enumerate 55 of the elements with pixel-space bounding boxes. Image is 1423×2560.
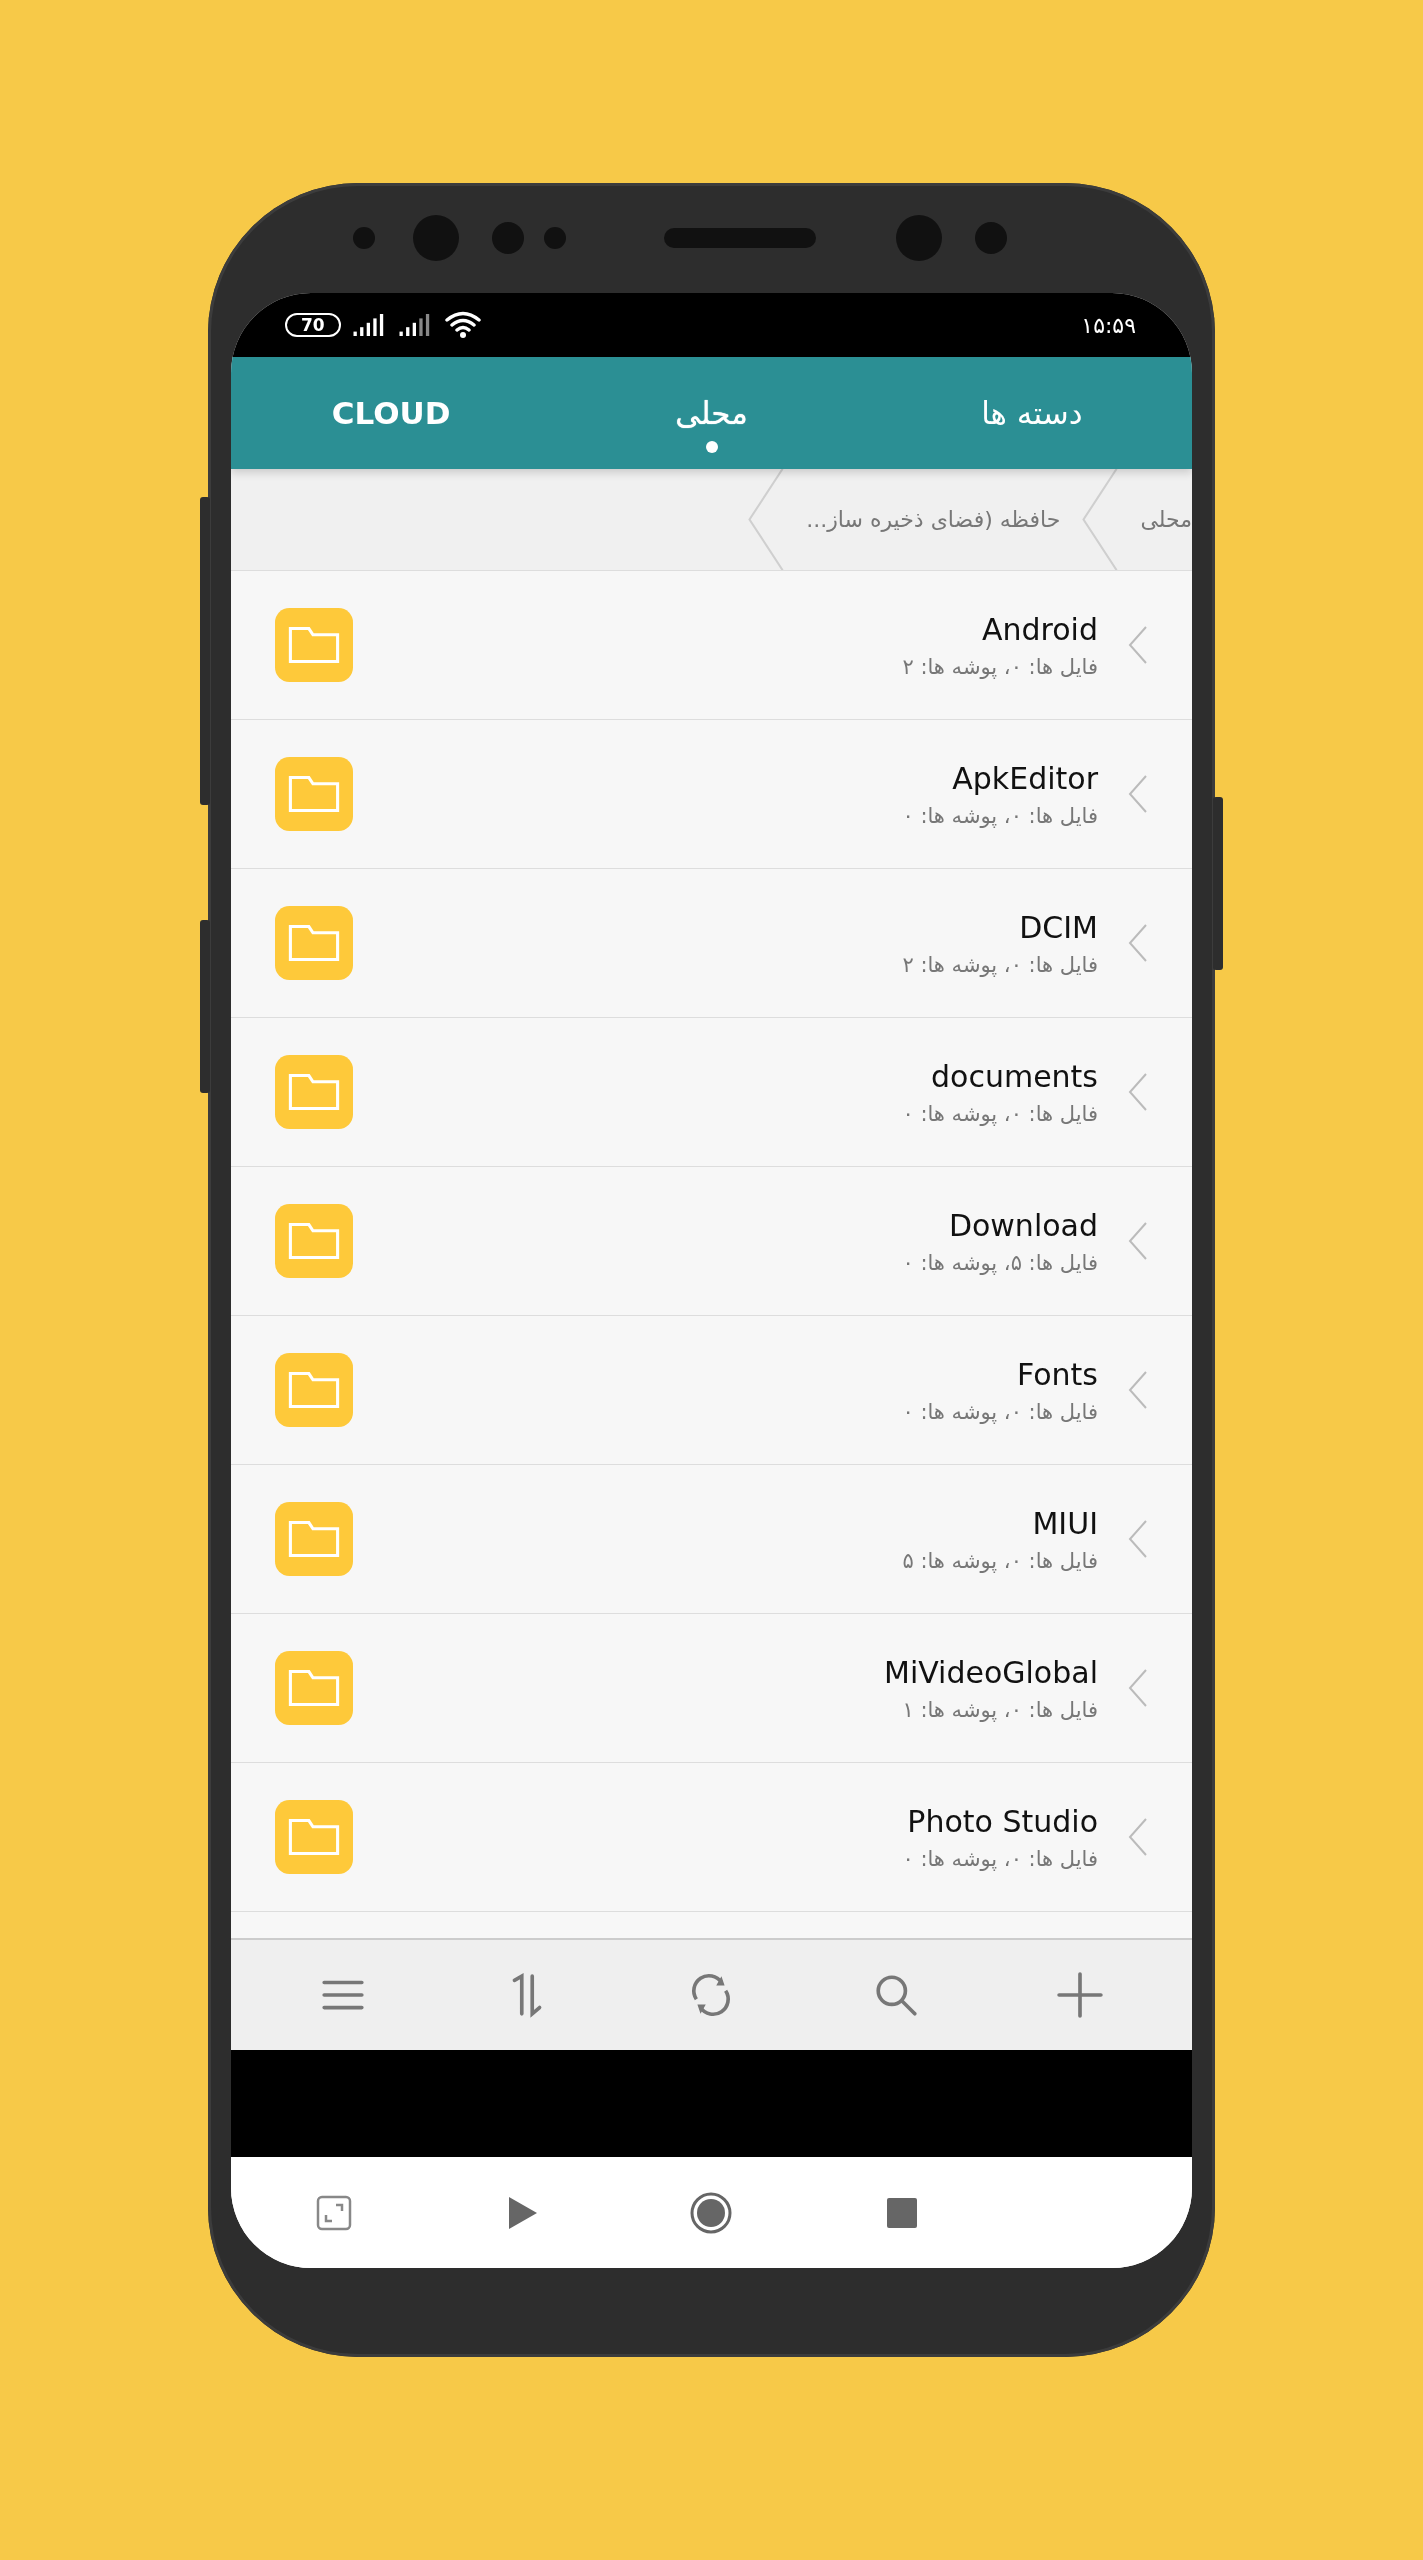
fullscreen-icon[interactable]	[316, 2194, 353, 2231]
wifi-icon	[444, 311, 481, 339]
add-icon[interactable]	[1056, 1972, 1103, 2018]
battery-level: 70	[285, 313, 341, 337]
sensor-icon	[353, 227, 375, 249]
chevron-icon	[1128, 625, 1148, 665]
status-time: ۱۵:۵۹	[1081, 312, 1136, 338]
folder-info: فایل ها: ۰، پوشه ها: ۰	[902, 1399, 1098, 1424]
tab[interactable]: محلی	[667, 391, 756, 435]
chevron-icon	[1128, 1221, 1148, 1261]
folder-info: فایل ها: ۵، پوشه ها: ۰	[902, 1250, 1098, 1275]
tab[interactable]: CLOUD	[323, 391, 459, 435]
sensor-icon	[975, 222, 1007, 254]
folder-icon	[275, 1502, 353, 1576]
chevron-icon	[1128, 1668, 1148, 1708]
folder-icon	[275, 906, 353, 980]
folder-name: MIUI	[1032, 1505, 1098, 1541]
folder-info: فایل ها: ۰، پوشه ها: ۱	[902, 1697, 1098, 1722]
folder-info: فایل ها: ۰، پوشه ها: ۵	[902, 1548, 1098, 1573]
breadcrumb-item[interactable]: محلی	[1118, 469, 1192, 570]
folder-icon	[275, 757, 353, 831]
folder-icon	[275, 1651, 353, 1725]
chevron-icon	[1128, 1519, 1148, 1559]
folder-name: DCIM	[1019, 909, 1098, 945]
folder-name: Photo Studio	[907, 1803, 1098, 1839]
chevron-icon	[748, 469, 785, 570]
folder-name: Download	[948, 1207, 1098, 1243]
chevron-icon	[1128, 774, 1148, 814]
tab[interactable]: دسته ها	[973, 391, 1091, 435]
folder-info: فایل ها: ۰، پوشه ها: ۰	[902, 1846, 1098, 1871]
breadcrumb-item[interactable]: حافظه (فضای ذخیره ساز...	[784, 469, 1083, 570]
folder-icon	[275, 1204, 353, 1278]
folder-name: Android	[982, 611, 1098, 647]
sensor-icon	[492, 222, 524, 254]
chevron-icon	[1128, 1370, 1148, 1410]
folder-info: فایل ها: ۰، پوشه ها: ۰	[902, 1101, 1098, 1126]
folder-name: ApkEditor	[952, 760, 1098, 796]
camera-icon	[896, 215, 942, 261]
folder-icon	[275, 1800, 353, 1874]
folder-info: فایل ها: ۰، پوشه ها: ۰	[902, 803, 1098, 828]
chevron-icon	[1128, 1072, 1148, 1112]
folder-name: documents	[931, 1058, 1098, 1094]
folder-name: Fonts	[1017, 1356, 1098, 1392]
folder-info: فایل ها: ۰، پوشه ها: ۲	[902, 952, 1098, 977]
folder-icon	[275, 608, 353, 682]
camera-icon	[413, 215, 459, 261]
chevron-icon	[1082, 469, 1119, 570]
sensor-icon	[544, 227, 566, 249]
chevron-icon	[1128, 1817, 1148, 1857]
record-icon[interactable]	[689, 2190, 734, 2235]
folder-info: فایل ها: ۰، پوشه ها: ۲	[902, 654, 1098, 679]
folder-name: MiVideoGlobal	[884, 1654, 1098, 1690]
chevron-icon	[1128, 923, 1148, 963]
folder-icon	[275, 1353, 353, 1427]
folder-icon	[275, 1055, 353, 1129]
